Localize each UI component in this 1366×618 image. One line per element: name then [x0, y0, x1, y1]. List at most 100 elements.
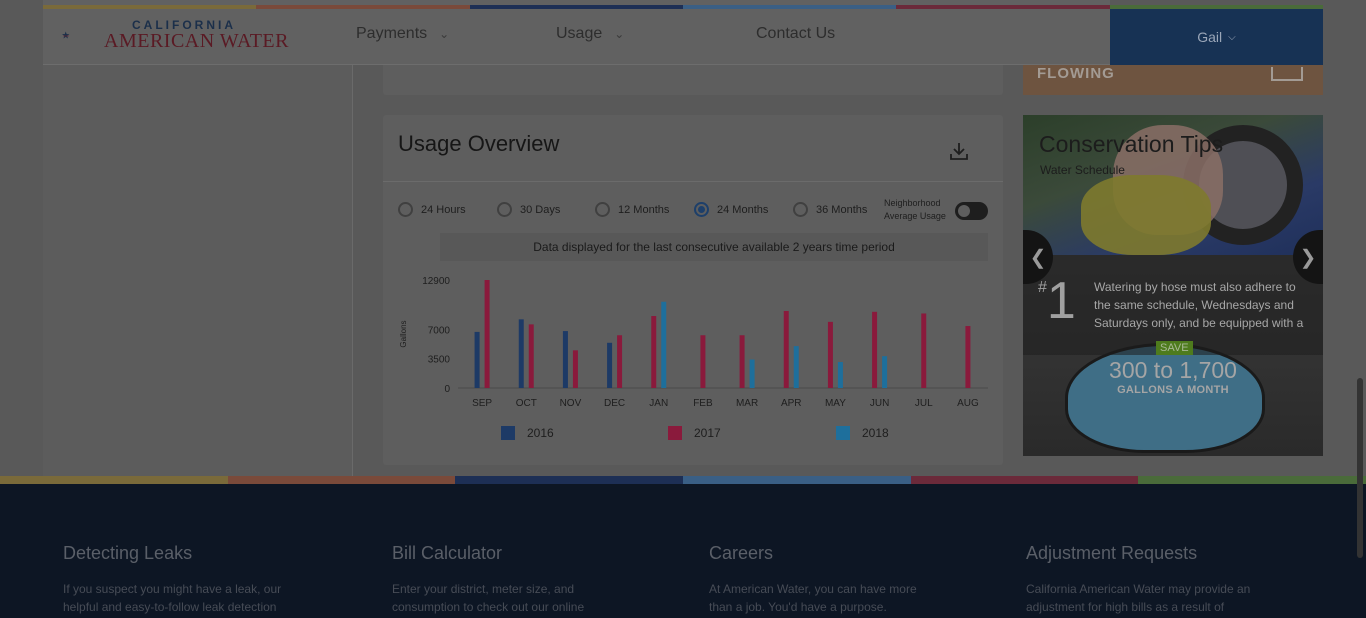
- footer-col-adjustments: Adjustment Requests California American …: [1026, 543, 1256, 616]
- chevron-left-icon: ❮: [1029, 246, 1047, 269]
- neighborhood-label-line2: Average Usage: [884, 211, 946, 221]
- stripe-segment: [455, 476, 684, 484]
- bar-2017-dec: [617, 335, 623, 388]
- x-tick-label: FEB: [693, 398, 713, 409]
- bar-2018-apr: [793, 346, 799, 388]
- tip-number-value: 1: [1046, 272, 1076, 330]
- x-tick-label: NOV: [560, 398, 582, 409]
- page-scrollbar[interactable]: [1357, 378, 1363, 558]
- x-tick-label: APR: [781, 398, 802, 409]
- bar-2017-jun: [872, 311, 878, 388]
- download-icon[interactable]: [949, 141, 969, 161]
- footer-col-leaks: Detecting Leaks If you suspect you might…: [63, 543, 293, 616]
- chevron-down-icon: ⌄: [614, 27, 625, 41]
- neighborhood-label: Neighborhood Average Usage: [884, 197, 946, 223]
- x-tick-label: JAN: [649, 398, 668, 409]
- nav-payments[interactable]: Payments ⌄: [356, 25, 449, 43]
- conservation-title: Conservation Tips: [1039, 131, 1224, 157]
- tip-hash: #: [1038, 279, 1047, 296]
- brand-name-bottom[interactable]: AMERICAN WATER: [104, 30, 289, 53]
- x-tick-label: JUL: [915, 398, 933, 409]
- footer-col-title[interactable]: Bill Calculator: [392, 543, 622, 564]
- bar-2016-oct: [518, 319, 524, 388]
- bar-2017-may: [827, 321, 833, 388]
- footer-col-title[interactable]: Detecting Leaks: [63, 543, 293, 564]
- nav-usage[interactable]: Usage ⌄: [556, 25, 624, 43]
- bar-2017-mar: [739, 335, 745, 388]
- legend-swatch-2016: [501, 426, 515, 440]
- stripe-segment: [469, 5, 683, 9]
- y-tick-label: 3500: [428, 355, 451, 366]
- footer-col-careers: Careers At American Water, you can have …: [709, 543, 939, 616]
- footer-color-stripe: [0, 476, 1366, 484]
- footer-col-title[interactable]: Careers: [709, 543, 939, 564]
- radio-label: 36 Months: [816, 203, 868, 216]
- bar-2017-aug: [965, 326, 971, 388]
- site-footer: Detecting Leaks If you suspect you might…: [0, 484, 1366, 618]
- x-tick-label: OCT: [516, 398, 537, 409]
- stripe-segment: [896, 5, 1110, 9]
- bar-2018-jun: [882, 356, 888, 388]
- bar-2017-oct: [528, 324, 534, 388]
- bar-2018-may: [837, 362, 843, 388]
- radio-dot: [793, 202, 808, 217]
- nav-payments-label: Payments: [356, 25, 428, 42]
- stripe-segment: [1138, 476, 1366, 484]
- period-radio-12-months[interactable]: 12 Months: [595, 202, 669, 217]
- radio-dot: [497, 202, 512, 217]
- legend-label-2016: 2016: [527, 426, 554, 440]
- period-radio-30-days[interactable]: 30 Days: [497, 202, 560, 217]
- radio-label: 30 Days: [520, 203, 561, 216]
- footer-col-text: If you suspect you might have a leak, ou…: [63, 582, 282, 614]
- x-tick-label: MAY: [825, 398, 846, 409]
- sidebar: [43, 64, 353, 476]
- radio-label: 12 Months: [618, 203, 670, 216]
- savings-amount: 300 to 1,700: [1109, 357, 1237, 383]
- promo-card-flowing[interactable]: FLOWING: [1023, 65, 1323, 95]
- y-tick-label: 12900: [422, 276, 450, 287]
- stripe-segment: [256, 5, 470, 9]
- tip-text: Watering by hose must also adhere to the…: [1094, 280, 1304, 330]
- previous-card-bottom: [383, 65, 1003, 95]
- bar-2018-mar: [749, 359, 755, 388]
- stripe-segment: [683, 476, 911, 484]
- nav-usage-label: Usage: [556, 25, 603, 42]
- bar-2017-feb: [700, 335, 706, 388]
- stripe-segment: [910, 476, 1139, 484]
- usage-title: Usage Overview: [398, 131, 560, 156]
- user-menu[interactable]: Gail ⌵: [1110, 9, 1323, 65]
- conservation-subtitle: Water Schedule: [1040, 163, 1125, 177]
- legend-swatch-2018: [836, 426, 850, 440]
- radio-dot: [398, 202, 413, 217]
- x-tick-label: DEC: [604, 398, 625, 409]
- nav-contact[interactable]: Contact Us: [756, 25, 835, 43]
- bar-2016-dec: [607, 342, 613, 388]
- nav-contact-label: Contact Us: [756, 25, 836, 42]
- footer-col-title[interactable]: Adjustment Requests: [1026, 543, 1256, 564]
- bar-2017-jan: [651, 316, 657, 388]
- period-radio-36-months[interactable]: 36 Months: [793, 202, 867, 217]
- period-radio-24-hours[interactable]: 24 Hours: [398, 202, 466, 217]
- footer-col-bill-calculator: Bill Calculator Enter your district, met…: [392, 543, 622, 616]
- footer-col-text: Enter your district, meter size, and con…: [392, 582, 585, 614]
- y-tick-label: 0: [444, 384, 450, 395]
- conservation-tips-card: Conservation Tips Water Schedule ❮ ❯ #1 …: [1023, 115, 1323, 456]
- promo-label: FLOWING: [1037, 65, 1115, 82]
- legend-swatch-2017: [668, 426, 682, 440]
- stripe-segment: [682, 5, 897, 9]
- bar-2017-nov: [572, 350, 578, 388]
- chevron-right-icon: ❯: [1299, 246, 1317, 269]
- legend-label-2017: 2017: [694, 426, 721, 440]
- neighborhood-toggle[interactable]: [955, 202, 988, 220]
- sponge-image: [1081, 175, 1211, 255]
- brand-star-icon[interactable]: [62, 14, 102, 56]
- radio-dot: [595, 202, 610, 217]
- tip-number: #1: [1038, 275, 1076, 327]
- bar-2016-nov: [562, 331, 568, 388]
- period-radio-24-months[interactable]: 24 Months: [694, 202, 768, 217]
- y-axis-label: Gallons: [399, 320, 408, 347]
- x-tick-label: JUN: [870, 398, 889, 409]
- bar-2017-jul: [921, 313, 927, 388]
- stripe-segment: [0, 476, 228, 484]
- bar-2016-sep: [474, 331, 480, 388]
